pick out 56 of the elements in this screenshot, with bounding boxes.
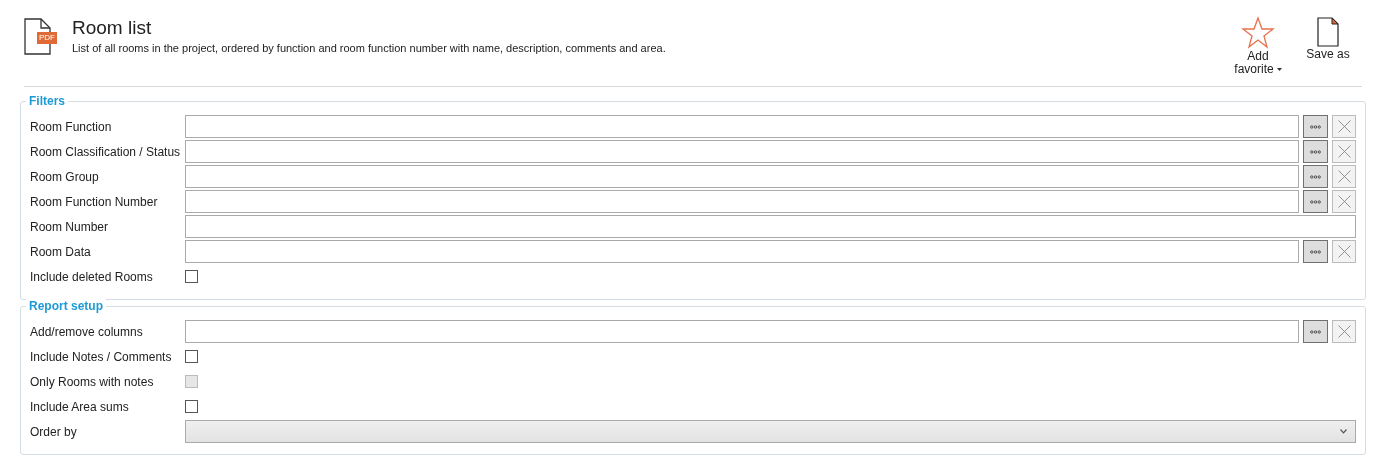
more-icon bbox=[1310, 199, 1321, 204]
close-icon bbox=[1337, 145, 1351, 158]
input-field[interactable] bbox=[185, 165, 1299, 188]
input-field[interactable] bbox=[185, 215, 1356, 238]
field-label: Room Number bbox=[30, 218, 110, 236]
browse-button[interactable] bbox=[1303, 320, 1328, 343]
input-field[interactable] bbox=[185, 140, 1299, 163]
field-label: Only Rooms with notes bbox=[30, 373, 155, 391]
close-icon bbox=[1337, 120, 1351, 133]
page-title: Room list bbox=[72, 16, 153, 40]
more-icon bbox=[1310, 149, 1321, 154]
field-label: Room Classification / Status bbox=[30, 143, 182, 161]
clear-button[interactable] bbox=[1332, 320, 1356, 343]
dropdown[interactable] bbox=[185, 420, 1356, 443]
browse-button[interactable] bbox=[1303, 190, 1328, 213]
more-icon bbox=[1310, 329, 1321, 334]
field-label: Include Notes / Comments bbox=[30, 348, 173, 366]
browse-button[interactable] bbox=[1303, 165, 1328, 188]
field-label: Room Function Number bbox=[30, 193, 159, 211]
browse-button[interactable] bbox=[1303, 140, 1328, 163]
checkbox[interactable] bbox=[185, 350, 198, 363]
browse-button[interactable] bbox=[1303, 240, 1328, 263]
close-icon bbox=[1337, 170, 1351, 183]
checkbox[interactable] bbox=[185, 400, 198, 413]
close-icon bbox=[1337, 325, 1351, 338]
field-label: Add/remove columns bbox=[30, 323, 144, 341]
page-description: List of all rooms in the project, ordered by function and room function number with name, description, comments and area. bbox=[72, 41, 666, 56]
more-icon bbox=[1310, 124, 1321, 129]
input-field[interactable] bbox=[185, 115, 1299, 138]
close-icon bbox=[1337, 195, 1351, 208]
clear-button[interactable] bbox=[1332, 140, 1356, 163]
favorite-button[interactable]: Add favorite bbox=[1230, 16, 1286, 76]
input-field[interactable] bbox=[185, 320, 1299, 343]
input-field[interactable] bbox=[185, 190, 1299, 213]
field-label: Include Area sums bbox=[30, 398, 130, 416]
save-button[interactable]: Save as bbox=[1300, 16, 1356, 61]
group-title: Report setup bbox=[26, 298, 106, 314]
chevron-down-icon bbox=[1340, 429, 1347, 434]
input-field[interactable] bbox=[185, 240, 1299, 263]
clear-button[interactable] bbox=[1332, 190, 1356, 213]
field-label: Room Data bbox=[30, 243, 92, 261]
document-icon bbox=[1314, 16, 1342, 48]
star-icon bbox=[1241, 16, 1275, 50]
field-label: Order by bbox=[30, 423, 78, 441]
field-label: Room Group bbox=[30, 168, 100, 186]
checkbox[interactable] bbox=[185, 270, 198, 283]
more-icon bbox=[1310, 249, 1321, 254]
field-label: Room Function bbox=[30, 118, 113, 136]
browse-button[interactable] bbox=[1303, 115, 1328, 138]
field-label: Include deleted Rooms bbox=[30, 268, 154, 286]
file-badge: PDF bbox=[37, 32, 57, 44]
clear-button[interactable] bbox=[1332, 165, 1356, 188]
clear-button[interactable] bbox=[1332, 240, 1356, 263]
clear-button[interactable] bbox=[1332, 115, 1356, 138]
more-icon bbox=[1310, 174, 1321, 179]
close-icon bbox=[1337, 245, 1351, 258]
